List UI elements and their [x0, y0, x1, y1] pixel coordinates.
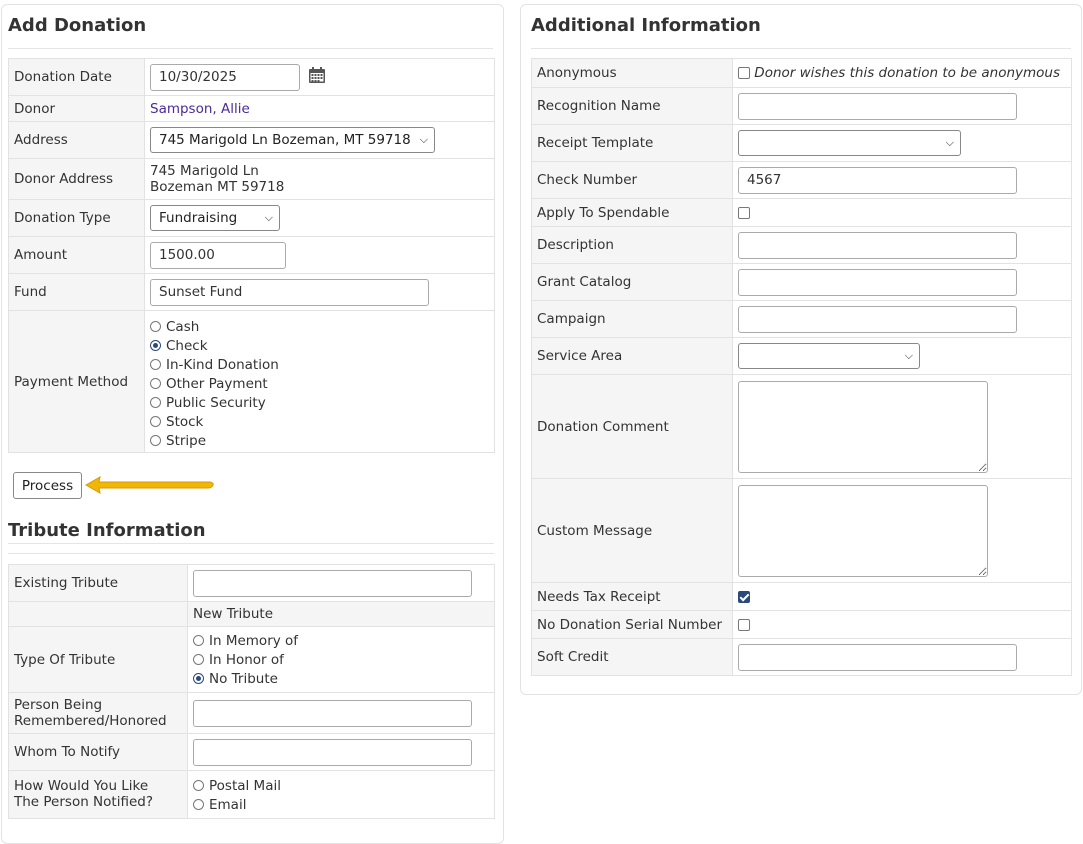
radio-button-selected[interactable]: [150, 340, 161, 351]
payment-option-check[interactable]: Check: [150, 336, 489, 355]
tribute-form: Existing Tribute New Tribute Type Of Tri…: [8, 564, 495, 819]
tribute-option-honor[interactable]: In Honor of: [193, 650, 489, 669]
anonymous-label: Anonymous: [531, 58, 733, 88]
additional-info-form: Anonymous Donor wishes this donation to …: [531, 58, 1072, 676]
check-number-input[interactable]: [738, 166, 1017, 194]
tribute-title: Tribute Information: [8, 512, 494, 544]
person-remembered-label-line1: Person Being: [14, 697, 103, 713]
soft-credit-input[interactable]: [738, 643, 1017, 671]
radio-button[interactable]: [193, 780, 204, 791]
donation-type-label: Donation Type: [8, 199, 145, 237]
tribute-option-none[interactable]: No Tribute: [193, 669, 489, 688]
chevron-down-icon: ⌵: [264, 211, 273, 224]
notify-method-label-line1: How Would You Like: [14, 778, 149, 794]
radio-button[interactable]: [150, 321, 161, 332]
no-serial-number-checkbox[interactable]: [738, 618, 750, 631]
radio-button[interactable]: [150, 397, 161, 408]
chevron-down-icon: ⌵: [904, 349, 913, 362]
anonymous-checkbox[interactable]: [738, 67, 750, 79]
donation-comment-textarea[interactable]: [738, 380, 988, 473]
person-remembered-input[interactable]: [193, 699, 472, 727]
service-area-label: Service Area: [531, 337, 733, 375]
apply-to-spendable-checkbox[interactable]: [738, 206, 750, 219]
donor-address-line1: 745 Marigold Ln: [150, 163, 259, 179]
notify-option-email[interactable]: Email: [193, 795, 489, 814]
radio-button-selected[interactable]: [193, 673, 204, 684]
notify-method-label-line2: The Person Notified?: [14, 794, 154, 810]
radio-button[interactable]: [150, 416, 161, 427]
payment-option-other[interactable]: Other Payment: [150, 374, 489, 393]
grant-catalog-input[interactable]: [738, 268, 1017, 296]
donor-label: Donor: [8, 95, 145, 122]
description-label: Description: [531, 226, 733, 264]
payment-option-in-kind[interactable]: In-Kind Donation: [150, 355, 489, 374]
fund-label: Fund: [8, 273, 145, 311]
donor-address-label: Donor Address: [8, 158, 145, 200]
address-label: Address: [8, 121, 145, 159]
campaign-input[interactable]: [738, 305, 1017, 333]
radio-button[interactable]: [150, 378, 161, 389]
receipt-template-select[interactable]: ⌵: [738, 130, 961, 156]
amount-label: Amount: [8, 236, 145, 274]
tribute-option-memory[interactable]: In Memory of: [193, 631, 489, 650]
service-area-select[interactable]: ⌵: [738, 343, 920, 369]
donation-date-input[interactable]: [150, 63, 300, 91]
custom-message-label: Custom Message: [531, 478, 733, 583]
radio-button[interactable]: [150, 359, 161, 370]
payment-option-public-security[interactable]: Public Security: [150, 393, 489, 412]
payment-option-cash[interactable]: Cash: [150, 317, 489, 336]
existing-tribute-input[interactable]: [193, 569, 472, 597]
fund-input[interactable]: [150, 278, 429, 306]
recognition-name-label: Recognition Name: [531, 87, 733, 125]
payment-method-label: Payment Method: [8, 310, 145, 453]
campaign-label: Campaign: [531, 300, 733, 338]
receipt-template-label: Receipt Template: [531, 124, 733, 162]
whom-to-notify-label: Whom To Notify: [8, 733, 188, 771]
donor-address-line2: Bozeman MT 59718: [150, 179, 285, 195]
additional-info-title: Additional Information: [531, 5, 1071, 49]
needs-tax-receipt-label: Needs Tax Receipt: [531, 582, 733, 611]
address-select-value: 745 Marigold Ln Bozeman, MT 59718: [159, 132, 411, 148]
radio-button[interactable]: [193, 799, 204, 810]
chevron-down-icon: ⌵: [419, 133, 428, 146]
donation-date-label: Donation Date: [8, 58, 145, 96]
donation-type-select[interactable]: Fundraising ⌵: [150, 205, 280, 231]
anonymous-checkbox-label: Donor wishes this donation to be anonymo…: [754, 65, 1060, 81]
notify-option-postal[interactable]: Postal Mail: [193, 776, 489, 795]
add-donation-title: Add Donation: [8, 5, 493, 49]
soft-credit-label: Soft Credit: [531, 638, 733, 676]
tribute-divider: [8, 553, 494, 554]
no-serial-number-label: No Donation Serial Number: [531, 610, 733, 639]
recognition-name-input[interactable]: [738, 92, 1017, 120]
grant-catalog-label: Grant Catalog: [531, 263, 733, 301]
whom-to-notify-input[interactable]: [193, 738, 472, 766]
check-number-label: Check Number: [531, 161, 733, 199]
radio-button[interactable]: [193, 635, 204, 646]
radio-button[interactable]: [193, 654, 204, 665]
process-button[interactable]: Process: [13, 472, 82, 499]
payment-option-stripe[interactable]: Stripe: [150, 431, 489, 450]
calendar-icon[interactable]: [308, 66, 326, 88]
radio-button[interactable]: [150, 435, 161, 446]
arrow-left-icon: [84, 476, 214, 494]
needs-tax-receipt-checkbox[interactable]: [738, 590, 750, 603]
donor-link[interactable]: Sampson, Allie: [150, 101, 250, 117]
chevron-down-icon: ⌵: [945, 136, 954, 149]
donation-comment-label: Donation Comment: [531, 374, 733, 479]
add-donation-form: Donation Date Donor Sampson, All: [8, 58, 495, 453]
address-select[interactable]: 745 Marigold Ln Bozeman, MT 59718 ⌵: [150, 127, 435, 153]
apply-to-spendable-label: Apply To Spendable: [531, 198, 733, 227]
new-tribute-heading: New Tribute: [187, 601, 495, 627]
custom-message-textarea[interactable]: [738, 484, 988, 577]
amount-input[interactable]: [150, 241, 286, 269]
existing-tribute-label: Existing Tribute: [8, 564, 188, 602]
type-of-tribute-label: Type Of Tribute: [8, 626, 188, 693]
person-remembered-label-line2: Remembered/Honored: [14, 713, 167, 729]
description-input[interactable]: [738, 231, 1017, 259]
donation-type-value: Fundraising: [159, 210, 238, 226]
payment-option-stock[interactable]: Stock: [150, 412, 489, 431]
